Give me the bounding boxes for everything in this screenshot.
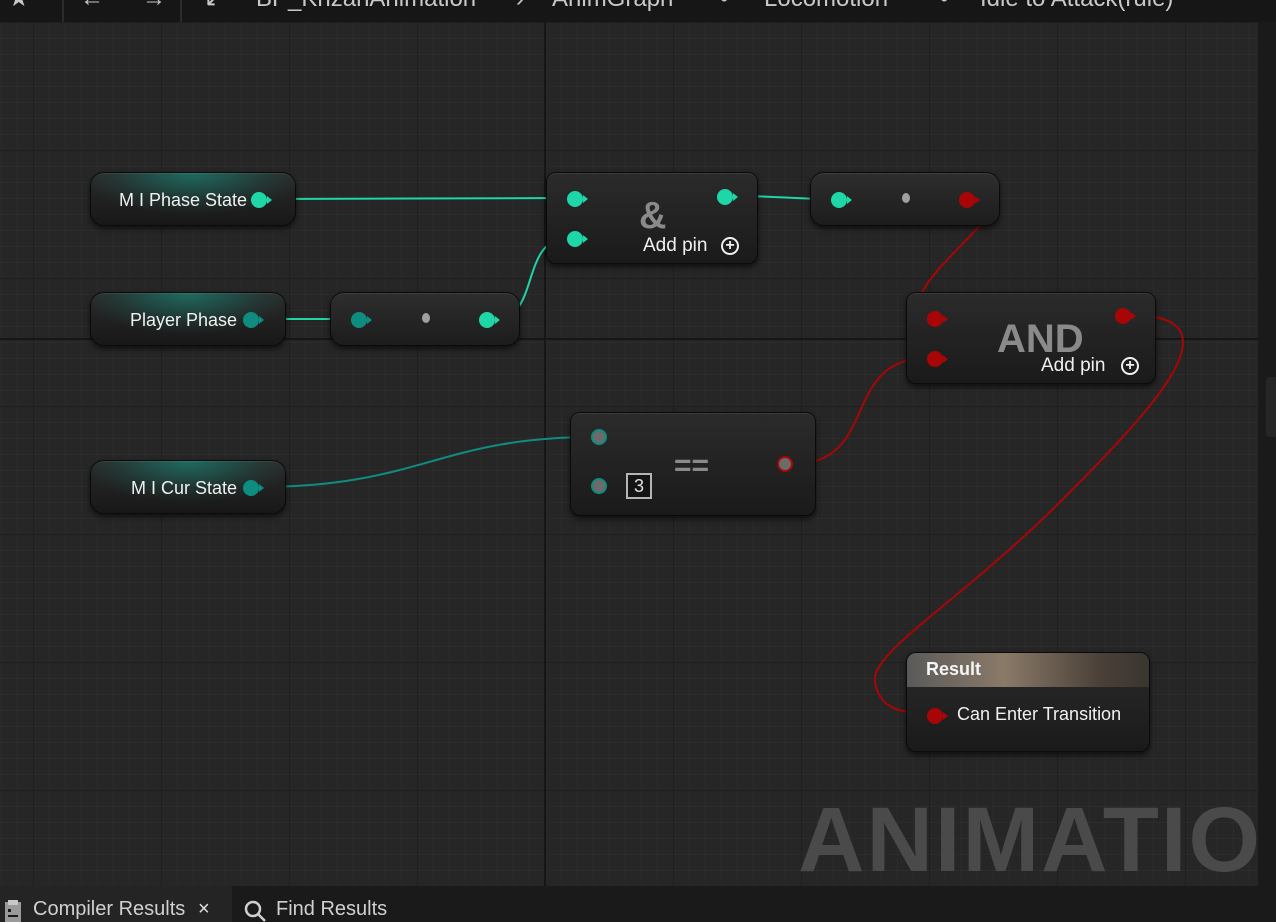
output-pin[interactable]	[1115, 308, 1136, 324]
divider	[62, 0, 64, 22]
search-icon	[244, 900, 266, 922]
graph-canvas[interactable]: M I Phase State Player Phase M I Cur Sta…	[0, 22, 1258, 886]
result-pin-label: Can Enter Transition	[957, 704, 1122, 724]
breadcrumb-item[interactable]: Locomotion	[764, 0, 888, 11]
graph-watermark: ANIMATION	[798, 789, 1258, 886]
divider	[180, 0, 182, 22]
result-node[interactable]: Result Can Enter Transition	[906, 652, 1150, 752]
variable-node-player-phase[interactable]: Player Phase	[90, 292, 286, 346]
operator-symbol: &	[639, 195, 667, 237]
output-pin[interactable]	[717, 189, 738, 205]
equal-node[interactable]: 3 ==	[570, 412, 816, 516]
output-pin[interactable]	[777, 456, 793, 472]
output-pin[interactable]	[243, 480, 264, 496]
forward-arrow-icon[interactable]: →	[142, 0, 166, 11]
input-pin[interactable]	[351, 312, 372, 328]
bottom-tab-bar: Compiler Results × Find Results	[0, 886, 1276, 922]
input-pin-a[interactable]	[591, 429, 607, 445]
input-pin-a[interactable]	[567, 191, 588, 207]
panel-collapse-handle[interactable]	[1266, 377, 1276, 437]
star-icon[interactable]: ★	[8, 0, 30, 11]
output-pin[interactable]	[959, 192, 980, 208]
tab-label: Compiler Results	[33, 898, 186, 920]
operator-symbol: ==	[674, 449, 710, 482]
tab-compiler-results[interactable]: Compiler Results ×	[0, 886, 232, 922]
output-pin[interactable]	[251, 192, 272, 208]
input-pin[interactable]	[831, 192, 852, 208]
node-label: Player Phase	[130, 310, 238, 330]
conversion-node-enum-to-byte[interactable]	[330, 292, 520, 346]
breadcrumb-item[interactable]: BP_KhzanAnimation	[256, 0, 476, 11]
tab-label: Find Results	[276, 898, 388, 920]
variable-node-cur-state[interactable]: M I Cur State	[90, 460, 286, 514]
node-label: M I Cur State	[131, 478, 238, 498]
breadcrumb-item[interactable]: AnimGraph	[552, 0, 673, 11]
add-pin-plus-icon[interactable]: +	[721, 237, 739, 255]
add-pin-plus-icon[interactable]: +	[1121, 357, 1139, 375]
close-icon[interactable]: ×	[198, 898, 210, 921]
input-pin-b[interactable]	[567, 231, 588, 247]
logical-and-node[interactable]: AND Add pin +	[906, 292, 1156, 384]
breadcrumb-separator-icon: •	[940, 0, 948, 11]
input-pin-b[interactable]	[591, 478, 607, 494]
node-label: M I Phase State	[119, 190, 248, 210]
breadcrumb-separator-icon: ›	[516, 0, 524, 11]
output-pin[interactable]	[479, 312, 500, 328]
literal-value-field[interactable]: 3	[626, 473, 652, 499]
wire-curstate-to-eq	[257, 436, 595, 488]
breadcrumb-bar: ★ ← → ↙ BP_KhzanAnimation › AnimGraph • …	[0, 0, 1276, 22]
variable-node-phase-state[interactable]: M I Phase State	[90, 172, 296, 226]
conversion-dot-icon	[902, 193, 910, 203]
right-panel-edge	[1258, 22, 1276, 886]
wire-phase-to-and	[267, 197, 569, 200]
conversion-node-int-to-bool[interactable]	[810, 172, 1000, 226]
add-pin-label[interactable]: Add pin	[643, 235, 707, 257]
expand-arrow-icon[interactable]: ↙	[204, 0, 224, 11]
tab-find-results[interactable]: Find Results	[236, 886, 416, 922]
add-pin-label[interactable]: Add pin	[1041, 355, 1105, 377]
compiler-results-icon	[5, 900, 21, 922]
output-pin[interactable]	[243, 312, 264, 328]
input-pin-b[interactable]	[927, 351, 948, 367]
bitwise-and-node[interactable]: & Add pin +	[546, 172, 758, 264]
conversion-dot-icon	[422, 313, 430, 323]
back-arrow-icon[interactable]: ←	[80, 0, 104, 11]
result-title: Result	[926, 659, 982, 679]
breadcrumb-separator-icon: •	[720, 0, 728, 11]
input-pin[interactable]	[927, 708, 948, 724]
breadcrumb-item[interactable]: Idle to Attack(rule)	[980, 0, 1173, 11]
input-pin-a[interactable]	[927, 311, 948, 327]
